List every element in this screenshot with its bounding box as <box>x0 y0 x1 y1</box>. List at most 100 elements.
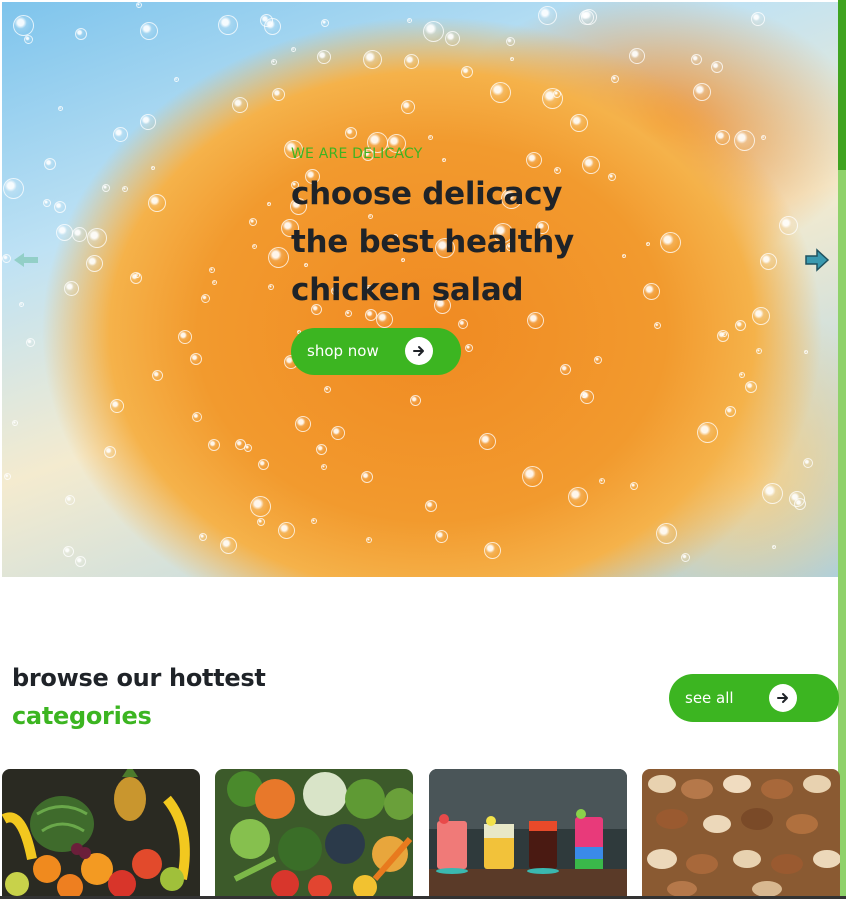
bubble-decoration <box>272 88 285 101</box>
bubble-decoration <box>130 272 142 284</box>
bubble-decoration <box>249 218 257 226</box>
bubble-decoration <box>579 10 594 25</box>
bubble-decoration <box>4 473 11 480</box>
bubble-decoration <box>734 130 755 151</box>
bubble-decoration <box>725 406 736 417</box>
bubble-decoration <box>324 386 331 393</box>
shop-now-label: shop now <box>307 342 379 360</box>
bubble-decoration <box>271 59 277 65</box>
bubble-decoration <box>745 381 757 393</box>
bubble-decoration <box>643 283 660 300</box>
bubble-decoration <box>136 2 142 8</box>
bubble-decoration <box>542 88 563 109</box>
bubble-decoration <box>630 482 638 490</box>
bubble-decoration <box>760 253 777 270</box>
hero-title: choose delicacy the best healthy chicken… <box>291 170 621 314</box>
bubble-decoration <box>278 522 295 539</box>
see-all-button[interactable]: see all <box>669 674 839 722</box>
bubble-decoration <box>410 395 421 406</box>
slider-next-arrow-icon[interactable] <box>804 248 830 272</box>
categories-heading-line1: browse our hottest <box>12 664 266 692</box>
arrow-right-circle-icon <box>405 337 433 365</box>
bubble-decoration <box>140 22 158 40</box>
bubble-decoration <box>19 302 24 307</box>
bubble-decoration <box>148 194 166 212</box>
bubble-decoration <box>218 15 238 35</box>
bubble-decoration <box>110 399 124 413</box>
bubble-decoration <box>804 350 808 354</box>
bubble-decoration <box>461 66 473 78</box>
bubble-decoration <box>772 545 776 549</box>
bubble-decoration <box>425 500 437 512</box>
bubble-decoration <box>64 281 79 296</box>
bubble-decoration <box>428 135 433 140</box>
bubble-decoration <box>113 127 128 142</box>
bubble-decoration <box>3 178 24 199</box>
bubble-decoration <box>72 227 87 242</box>
bubble-decoration <box>192 412 202 422</box>
category-card-fruits[interactable] <box>2 769 200 896</box>
bubble-decoration <box>268 284 274 290</box>
category-card-vegetables[interactable] <box>215 769 413 896</box>
bubble-decoration <box>13 15 34 36</box>
bubble-decoration <box>311 518 317 524</box>
bubble-decoration <box>681 553 690 562</box>
bubble-decoration <box>199 533 207 541</box>
bubble-decoration <box>58 106 63 111</box>
bubble-decoration <box>140 114 156 130</box>
bubble-decoration <box>345 127 357 139</box>
bubble-decoration <box>190 353 202 365</box>
bubble-decoration <box>803 458 813 468</box>
bubble-decoration <box>65 495 75 505</box>
scrollbar-thumb[interactable] <box>838 0 846 170</box>
bubble-decoration <box>646 242 650 246</box>
bubble-decoration <box>510 57 514 61</box>
bubble-decoration <box>458 319 468 329</box>
bubble-decoration <box>86 255 103 272</box>
bubble-decoration <box>693 83 711 101</box>
category-card-cocktails[interactable] <box>429 769 627 896</box>
bubble-decoration <box>442 158 446 162</box>
bubble-decoration <box>24 35 33 44</box>
bubble-decoration <box>761 135 766 140</box>
bubble-decoration <box>26 338 35 347</box>
category-card-nuts[interactable] <box>642 769 840 896</box>
bubble-decoration <box>75 556 86 567</box>
bubble-decoration <box>43 199 51 207</box>
bubble-decoration <box>479 433 496 450</box>
bubble-decoration <box>526 152 542 168</box>
categories-heading: browse our hottest categories <box>12 662 266 738</box>
bubble-decoration <box>87 228 107 248</box>
bubble-decoration <box>407 18 412 23</box>
page-scrollbar[interactable] <box>838 0 846 899</box>
bubble-decoration <box>104 446 116 458</box>
bubble-decoration <box>54 201 66 213</box>
bubble-decoration <box>622 254 626 258</box>
bubble-decoration <box>321 19 329 27</box>
bubble-decoration <box>404 54 419 69</box>
bubble-decoration <box>44 158 56 170</box>
bubble-decoration <box>691 54 702 65</box>
bubble-decoration <box>538 6 557 25</box>
bubble-decoration <box>122 186 128 192</box>
bubble-decoration <box>220 537 237 554</box>
bubble-decoration <box>102 184 110 192</box>
bubble-decoration <box>717 330 729 342</box>
bubble-decoration <box>361 471 373 483</box>
slider-prev-arrow-icon[interactable] <box>12 250 40 270</box>
bubble-decoration <box>268 247 289 268</box>
nuts-image <box>642 769 840 896</box>
bubble-decoration <box>244 444 252 452</box>
bubble-decoration <box>715 130 730 145</box>
bubble-decoration <box>174 77 179 82</box>
bubble-decoration <box>295 416 311 432</box>
bubble-decoration <box>465 344 473 352</box>
shop-now-button[interactable]: shop now <box>291 328 461 375</box>
bubble-decoration <box>735 320 746 331</box>
bubble-decoration <box>291 47 296 52</box>
bubble-decoration <box>570 114 588 132</box>
bubble-decoration <box>151 166 155 170</box>
bubble-decoration <box>752 307 770 325</box>
bubble-decoration <box>321 464 327 470</box>
bubble-decoration <box>599 478 605 484</box>
